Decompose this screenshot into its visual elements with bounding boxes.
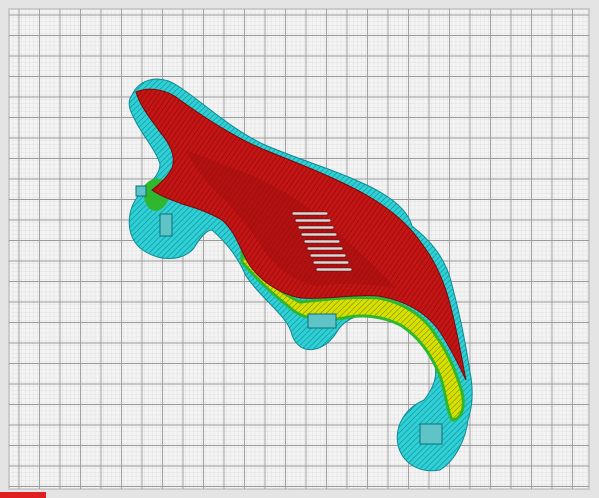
vent-slot xyxy=(303,239,341,244)
print-preview-viewport[interactable] xyxy=(0,0,599,498)
vent-slot xyxy=(300,232,338,237)
vent-slot xyxy=(309,253,347,258)
build-plate[interactable] xyxy=(0,0,599,498)
vent-slot xyxy=(291,211,329,216)
support-bottom xyxy=(419,423,443,445)
axis-indicator xyxy=(0,492,46,498)
vent-slot xyxy=(294,218,332,223)
vent-slot xyxy=(312,260,350,265)
vent-slot xyxy=(306,246,344,251)
support-middle xyxy=(307,313,337,329)
vent-slot xyxy=(297,225,335,230)
vent-slot xyxy=(315,267,353,272)
